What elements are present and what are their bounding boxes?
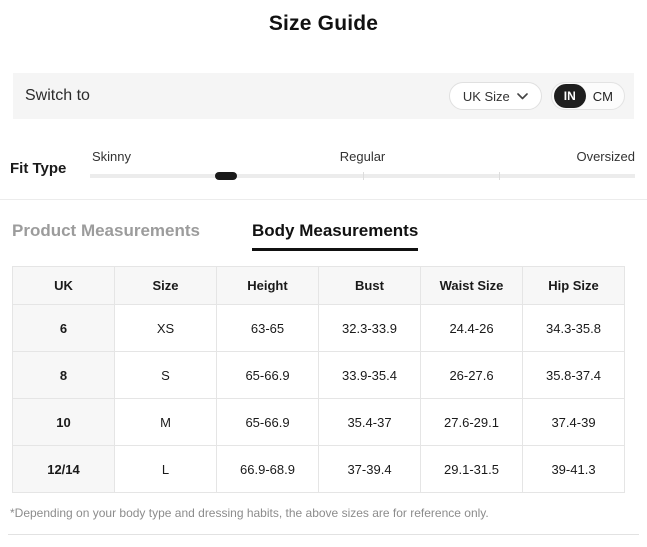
slider-tick-50 bbox=[362, 172, 364, 180]
cell-bust: 37-39.4 bbox=[318, 445, 421, 493]
cell-bust: 35.4-37 bbox=[318, 398, 421, 446]
cell-hip: 37.4-39 bbox=[522, 398, 625, 446]
cell-waist: 26-27.6 bbox=[420, 351, 523, 399]
col-header-waist: Waist Size bbox=[420, 266, 523, 305]
fit-section-divider bbox=[0, 199, 647, 200]
table-row: 8 S 65-66.9 33.9-35.4 26-27.6 35.8-37.4 bbox=[12, 351, 625, 399]
fit-slider-track[interactable] bbox=[90, 172, 635, 180]
cell-height: 65-66.9 bbox=[216, 398, 319, 446]
page-title: Size Guide bbox=[268, 12, 379, 35]
cell-waist: 27.6-29.1 bbox=[420, 398, 523, 446]
cell-waist: 29.1-31.5 bbox=[420, 445, 523, 493]
unit-toggle: IN CM bbox=[550, 82, 625, 110]
size-table: UK Size Height Bust Waist Size Hip Size … bbox=[12, 266, 625, 493]
unit-in-button[interactable]: IN bbox=[553, 84, 586, 108]
cell-uk: 10 bbox=[12, 398, 115, 446]
size-system-dropdown[interactable]: UK Size bbox=[448, 82, 542, 110]
cell-height: 63-65 bbox=[216, 304, 319, 352]
measurement-tabs: Product Measurements Body Measurements bbox=[0, 221, 647, 251]
cell-waist: 24.4-26 bbox=[420, 304, 523, 352]
cell-height: 66.9-68.9 bbox=[216, 445, 319, 493]
cell-size: XS bbox=[114, 304, 217, 352]
tab-product-measurements[interactable]: Product Measurements bbox=[12, 221, 200, 251]
cell-hip: 35.8-37.4 bbox=[522, 351, 625, 399]
switch-bar: Switch to UK Size IN CM bbox=[13, 73, 634, 119]
col-header-height: Height bbox=[216, 266, 319, 305]
fit-type-slider: Skinny Regular Oversized bbox=[90, 149, 635, 180]
table-header-row: UK Size Height Bust Waist Size Hip Size bbox=[12, 266, 625, 305]
fit-slider-labels: Skinny Regular Oversized bbox=[90, 149, 635, 165]
col-header-uk: UK bbox=[12, 266, 115, 305]
table-row: 10 M 65-66.9 35.4-37 27.6-29.1 37.4-39 bbox=[12, 398, 625, 446]
fit-option-oversized: Oversized bbox=[576, 149, 635, 164]
cell-bust: 33.9-35.4 bbox=[318, 351, 421, 399]
col-header-bust: Bust bbox=[318, 266, 421, 305]
size-guide-panel: Size Guide Switch to UK Size IN CM Fit T… bbox=[0, 0, 647, 547]
table-row: 6 XS 63-65 32.3-33.9 24.4-26 34.3-35.8 bbox=[12, 304, 625, 352]
cell-bust: 32.3-33.9 bbox=[318, 304, 421, 352]
cell-size: M bbox=[114, 398, 217, 446]
slider-tick-75 bbox=[498, 172, 500, 180]
size-system-selected: UK Size bbox=[462, 88, 510, 104]
fit-type-label: Fit Type bbox=[10, 160, 67, 177]
cell-uk: 12/14 bbox=[12, 445, 115, 493]
fit-type-section: Fit Type Skinny Regular Oversized bbox=[0, 149, 647, 180]
table-row: 12/14 L 66.9-68.9 37-39.4 29.1-31.5 39-4… bbox=[12, 445, 625, 493]
switch-controls: UK Size IN CM bbox=[448, 82, 625, 110]
switch-to-label: Switch to bbox=[25, 87, 90, 104]
unit-cm-button[interactable]: CM bbox=[586, 89, 622, 104]
cell-size: L bbox=[114, 445, 217, 493]
cell-hip: 39-41.3 bbox=[522, 445, 625, 493]
chevron-down-icon bbox=[516, 92, 528, 100]
cell-uk: 8 bbox=[12, 351, 115, 399]
cell-uk: 6 bbox=[12, 304, 115, 352]
col-header-hip: Hip Size bbox=[522, 266, 625, 305]
bottom-divider bbox=[8, 534, 639, 535]
fit-option-skinny: Skinny bbox=[92, 149, 132, 164]
reference-footnote: *Depending on your body type and dressin… bbox=[10, 506, 489, 520]
cell-height: 65-66.9 bbox=[216, 351, 319, 399]
fit-slider-handle[interactable] bbox=[215, 172, 238, 180]
fit-option-regular: Regular bbox=[339, 149, 386, 164]
col-header-size: Size bbox=[114, 266, 217, 305]
tab-body-measurements[interactable]: Body Measurements bbox=[252, 221, 419, 251]
cell-size: S bbox=[114, 351, 217, 399]
cell-hip: 34.3-35.8 bbox=[522, 304, 625, 352]
